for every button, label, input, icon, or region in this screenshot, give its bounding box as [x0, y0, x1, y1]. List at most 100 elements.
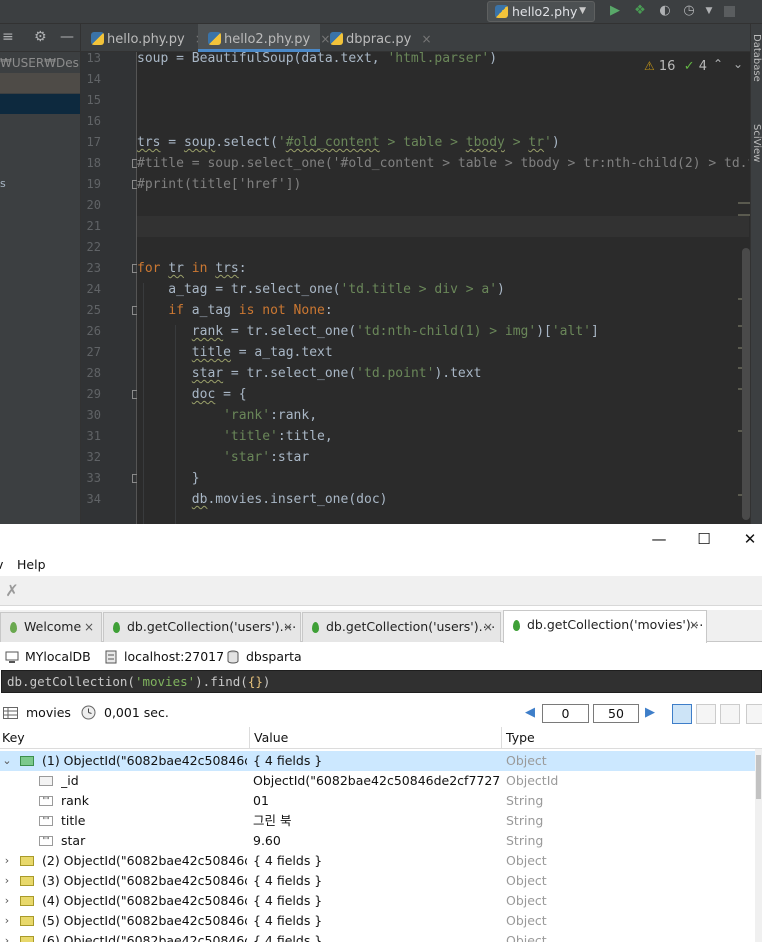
code-line[interactable]: a_tag = tr.select_one('td.title > div > … [137, 279, 749, 300]
run-icon[interactable]: ▶ [607, 3, 623, 19]
close-icon[interactable]: × [689, 611, 699, 639]
code-line[interactable]: doc = { [137, 384, 749, 405]
code-line[interactable]: 'rank':rank, [137, 405, 749, 426]
close-icon[interactable]: × [421, 32, 431, 46]
sliders-icon[interactable]: ≡ [2, 29, 14, 45]
code-line[interactable]: } [137, 468, 749, 489]
tab-users-query-2[interactable]: db.getCollection('users').⋯ × [302, 612, 501, 642]
code-line[interactable]: title = a_tag.text [137, 342, 749, 363]
line-number[interactable]: 29 [81, 384, 101, 405]
profile-icon[interactable]: ◷ [681, 3, 697, 19]
line-number[interactable]: 32 [81, 447, 101, 468]
line-number[interactable]: 18 [81, 153, 101, 174]
code-line[interactable] [137, 237, 749, 258]
chevron-up-icon[interactable]: ⌃ [713, 57, 723, 71]
project-tree-item[interactable] [0, 73, 80, 93]
line-number[interactable]: 34 [81, 489, 101, 510]
prev-page-icon[interactable]: ◀ [525, 705, 535, 721]
text-view-button[interactable] [720, 704, 740, 724]
expand-toggle-icon[interactable]: › [2, 851, 12, 871]
minus-icon[interactable]: — [60, 29, 74, 45]
code-line[interactable]: #title = soup.select_one('#old_content >… [137, 153, 749, 174]
code-line[interactable] [137, 216, 749, 237]
code-line[interactable]: if a_tag is not None: [137, 300, 749, 321]
line-number[interactable]: 23 [81, 258, 101, 279]
close-icon[interactable]: ✕ [738, 528, 762, 550]
code-line[interactable]: 'star':star [137, 447, 749, 468]
query-editor[interactable]: db.getCollection('movies').find({}) [1, 670, 762, 693]
line-number[interactable]: 17 [81, 132, 101, 153]
line-number[interactable]: 13 [81, 48, 101, 69]
tab-dbprac[interactable]: dbprac.py × [320, 24, 432, 52]
grid-scrollbar-thumb[interactable] [756, 755, 761, 799]
field-row[interactable]: _id ObjectId("6082bae42c50846de2cf7727") O… [0, 771, 755, 791]
next-page-icon[interactable]: ▶ [645, 705, 655, 721]
coverage-icon[interactable]: ◐ [657, 3, 673, 19]
field-row[interactable]: "" rank 01 String [0, 791, 755, 811]
tree-view-button[interactable] [672, 704, 692, 724]
document-row[interactable]: › (6) ObjectId("6082bae42c50846de2... { 4 … [0, 931, 755, 942]
code-line[interactable]: db.movies.insert_one(doc) [137, 489, 749, 510]
line-number[interactable]: 22 [81, 237, 101, 258]
line-number[interactable]: 16 [81, 111, 101, 132]
code-line[interactable] [137, 195, 749, 216]
line-number[interactable]: 33 [81, 468, 101, 489]
code-line[interactable]: #print(title['href']) [137, 174, 749, 195]
expand-toggle-icon[interactable]: › [2, 931, 12, 942]
maximize-icon[interactable]: ☐ [692, 528, 716, 550]
stop-icon[interactable] [724, 6, 735, 17]
grid-scrollbar[interactable] [755, 749, 762, 942]
line-number[interactable]: 27 [81, 342, 101, 363]
line-number[interactable]: 24 [81, 279, 101, 300]
run-config-select[interactable]: hello2.phy ▼ [487, 1, 595, 22]
tab-welcome[interactable]: Welcome × [0, 612, 102, 642]
expand-toggle-icon[interactable]: › [2, 891, 12, 911]
code-line[interactable] [137, 111, 749, 132]
field-row[interactable]: "" title 그린 북 String [0, 811, 755, 831]
page-start-input[interactable]: 0 [542, 704, 589, 723]
wrench-icon[interactable]: ✗ [2, 581, 22, 601]
inspection-widget[interactable]: ⚠ 16 ✓ 4 [644, 57, 707, 75]
custom-view-button[interactable] [746, 704, 762, 724]
document-row[interactable]: › (4) ObjectId("6082bae42c50846de2... { 4 … [0, 891, 755, 911]
tab-hello2-phy[interactable]: hello2.phy.py × [198, 24, 330, 52]
close-icon[interactable]: × [84, 613, 94, 641]
code-editor[interactable]: soup = BeautifulSoup(data.text, 'html.pa… [137, 52, 749, 524]
tab-users-query-1[interactable]: db.getCollection('users').⋯ × [103, 612, 301, 642]
project-tree-item-selected[interactable] [0, 94, 80, 114]
column-type[interactable]: Type [504, 727, 755, 749]
expand-toggle-icon[interactable]: ⌄ [2, 751, 12, 771]
editor-scrollbar[interactable] [742, 248, 750, 520]
code-line[interactable]: trs = soup.select('#old_content > table … [137, 132, 749, 153]
document-row[interactable]: › (2) ObjectId("6082bae42c50846de2... { 4 … [0, 851, 755, 871]
line-number[interactable]: 14 [81, 69, 101, 90]
sciview-tool-tab[interactable]: SciView [750, 124, 762, 162]
code-line[interactable] [137, 90, 749, 111]
menu-fragment[interactable]: v [0, 557, 3, 573]
line-number[interactable]: 20 [81, 195, 101, 216]
column-key[interactable]: Key [0, 727, 250, 749]
menu-help[interactable]: Help [17, 557, 46, 573]
close-icon[interactable]: × [283, 613, 293, 641]
chevron-down-icon[interactable]: ▼ [701, 3, 717, 19]
line-number[interactable]: 28 [81, 363, 101, 384]
gear-icon[interactable]: ⚙ [34, 29, 47, 45]
column-value[interactable]: Value [252, 727, 502, 749]
line-number[interactable]: 15 [81, 90, 101, 111]
document-row[interactable]: ⌄ (1) ObjectId("6082bae42c50846de2... { 4 … [0, 751, 755, 771]
line-number[interactable]: 31 [81, 426, 101, 447]
chevron-down-icon[interactable]: ⌄ [733, 57, 743, 71]
table-view-button[interactable] [696, 704, 716, 724]
line-number[interactable]: 21 [81, 216, 101, 237]
code-line[interactable]: 'title':title, [137, 426, 749, 447]
line-number[interactable]: 26 [81, 321, 101, 342]
tab-movies-query[interactable]: db.getCollection('movies')⋯ × [503, 610, 707, 643]
expand-toggle-icon[interactable]: › [2, 911, 12, 931]
minimize-icon[interactable]: — [647, 528, 671, 550]
expand-toggle-icon[interactable]: › [2, 871, 12, 891]
code-line[interactable]: for tr in trs: [137, 258, 749, 279]
line-number[interactable]: 25 [81, 300, 101, 321]
code-line[interactable]: rank = tr.select_one('td:nth-child(1) > … [137, 321, 749, 342]
line-number[interactable]: 30 [81, 405, 101, 426]
page-size-input[interactable]: 50 [593, 704, 639, 723]
